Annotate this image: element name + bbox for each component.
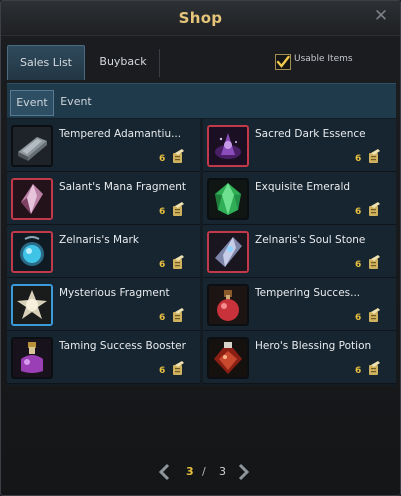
item-price: 6 <box>159 260 166 270</box>
event-coin-icon <box>369 149 380 163</box>
item-name: Sacred Dark Essence <box>255 128 366 140</box>
shop-item[interactable]: Tempering Succes... 6 <box>203 278 396 331</box>
item-name: Salant's Mana Fragment <box>59 181 186 193</box>
event-coin-icon <box>173 255 184 269</box>
shop-item[interactable]: Hero's Blessing Potion 6 <box>203 331 396 384</box>
item-price: 6 <box>159 154 166 164</box>
mana-fragment-icon <box>11 178 53 220</box>
dark-essence-icon <box>207 125 249 167</box>
shop-item[interactable]: Tempered Adamantiu... 6 <box>7 119 200 172</box>
item-name: Exquisite Emerald <box>255 181 351 193</box>
zelnaris-mark-icon <box>11 231 53 273</box>
usable-items-checkbox[interactable] <box>275 54 291 70</box>
item-name: Hero's Blessing Potion <box>255 340 372 352</box>
pagination: 3 / 3 <box>156 463 252 481</box>
blessing-potion-icon <box>207 337 249 379</box>
soul-stone-icon <box>207 231 249 273</box>
current-page: 3 <box>186 465 194 478</box>
mysterious-fragment-icon <box>11 284 53 326</box>
total-pages: 3 <box>219 465 226 478</box>
tab-divider <box>159 49 160 77</box>
adamantium-ingot-icon <box>11 125 53 167</box>
event-coin-icon <box>173 202 184 216</box>
close-icon[interactable]: ✕ <box>373 8 389 25</box>
item-price: 6 <box>355 366 362 376</box>
event-coin-icon <box>369 202 380 216</box>
usable-items-label: Usable Items <box>294 54 353 64</box>
item-price: 6 <box>159 207 166 217</box>
shop-window: Shop ✕ Sales List Buyback Usable Items E… <box>0 0 401 496</box>
item-name: Tempering Succes... <box>255 287 361 299</box>
event-coin-icon <box>173 149 184 163</box>
item-price: 6 <box>355 313 362 323</box>
shop-item[interactable]: Zelnaris's Soul Stone 6 <box>203 225 396 278</box>
event-coin-icon <box>173 308 184 322</box>
title-bar[interactable]: Shop ✕ <box>1 1 400 36</box>
item-price: 6 <box>355 154 362 164</box>
item-price: 6 <box>355 260 362 270</box>
shop-item[interactable]: Salant's Mana Fragment 6 <box>7 172 200 225</box>
shop-item[interactable]: Sacred Dark Essence 6 <box>203 119 396 172</box>
item-name: Mysterious Fragment <box>59 287 170 299</box>
shop-item[interactable]: Zelnaris's Mark 6 <box>7 225 200 278</box>
item-price: 6 <box>159 366 166 376</box>
subtab-event-2[interactable]: Event <box>55 90 97 114</box>
event-coin-icon <box>369 361 380 375</box>
event-coin-icon <box>369 255 380 269</box>
chevron-right-icon[interactable] <box>236 463 250 481</box>
tab-buyback[interactable]: Buyback <box>87 45 159 79</box>
taming-potion-icon <box>11 337 53 379</box>
event-coin-icon <box>173 361 184 375</box>
category-bar: Event Event <box>7 83 396 118</box>
shop-item[interactable]: Mysterious Fragment 6 <box>7 278 200 331</box>
event-coin-icon <box>369 308 380 322</box>
item-price: 6 <box>159 313 166 323</box>
page-separator: / <box>202 465 206 478</box>
checkmark-icon <box>276 55 290 68</box>
item-name: Zelnaris's Mark <box>59 234 139 246</box>
window-title: Shop <box>178 9 223 27</box>
emerald-icon <box>207 178 249 220</box>
item-price: 6 <box>355 207 362 217</box>
shop-item[interactable]: Exquisite Emerald 6 <box>203 172 396 225</box>
tab-sales-list[interactable]: Sales List <box>7 45 85 80</box>
item-grid: Tempered Adamantiu... 6 Sacred Dark Esse… <box>7 118 396 386</box>
shop-item[interactable]: Taming Success Booster 6 <box>7 331 200 384</box>
tempering-potion-icon <box>207 284 249 326</box>
chevron-left-icon[interactable] <box>158 463 172 481</box>
item-name: Zelnaris's Soul Stone <box>255 234 366 246</box>
subtab-event-1[interactable]: Event <box>10 90 54 116</box>
item-name: Taming Success Booster <box>59 340 186 352</box>
item-name: Tempered Adamantiu... <box>59 128 182 140</box>
